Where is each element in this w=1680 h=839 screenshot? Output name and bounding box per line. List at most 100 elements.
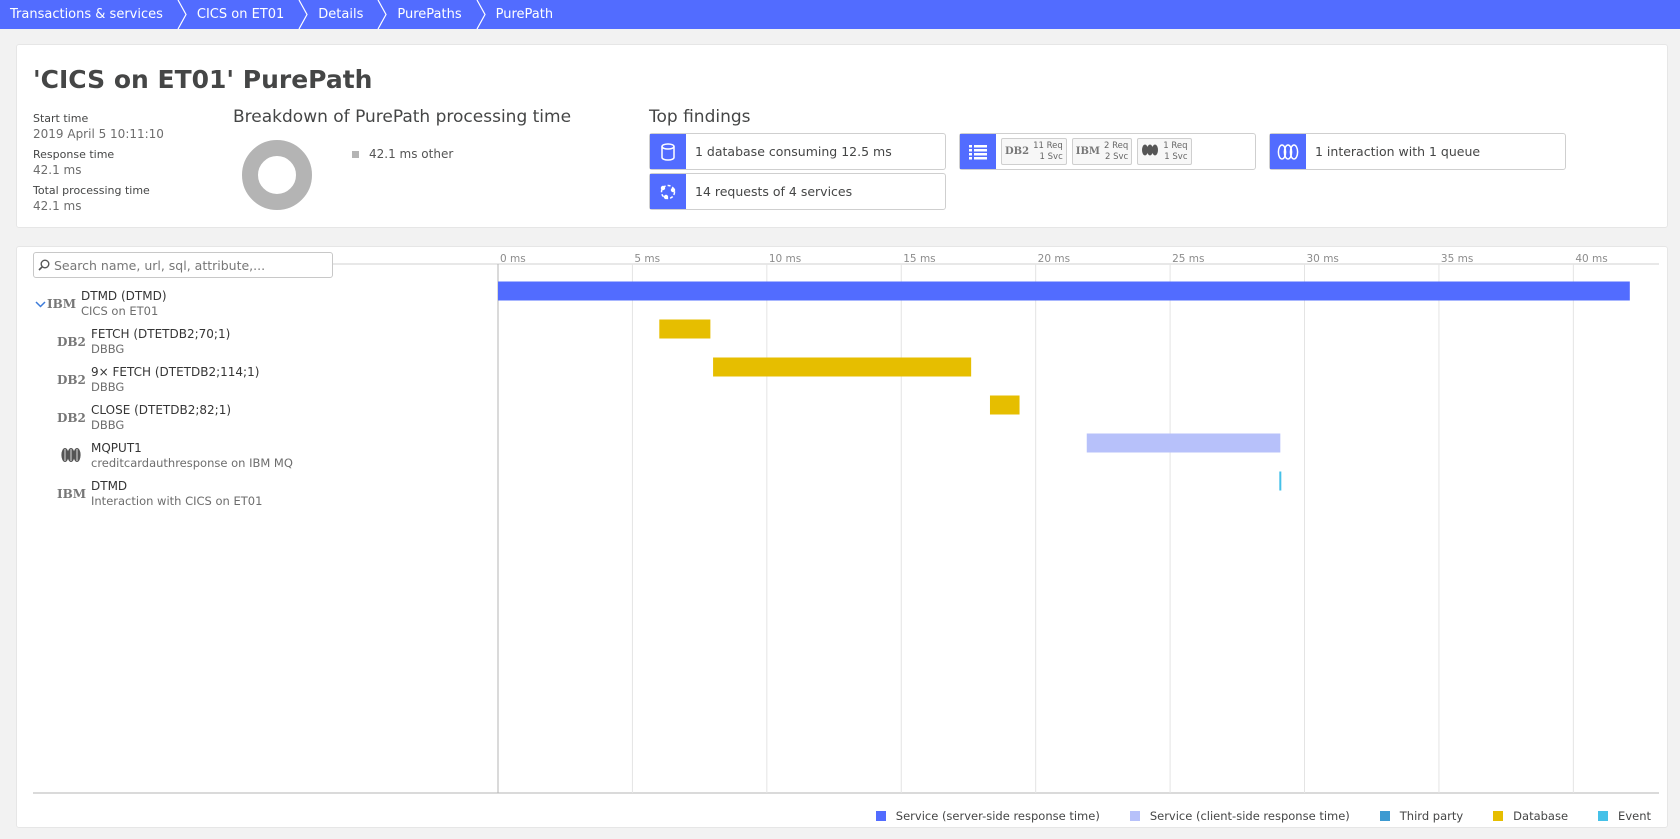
legend-item-third-party[interactable]: Third party — [1379, 809, 1464, 823]
breadcrumb-label: Details — [318, 7, 364, 22]
tree-node-subtitle: CICS on ET01 — [81, 304, 159, 318]
chip-req: 11 Req — [1033, 140, 1063, 151]
database-icon — [650, 134, 686, 169]
legend-item-database[interactable]: Database — [1493, 809, 1568, 823]
x-tick-label: 0 ms — [500, 253, 526, 265]
chip-counts: 11 Req 1 Svc — [1033, 141, 1063, 163]
chip-svc: 2 Svc — [1105, 151, 1129, 162]
legend-item-server[interactable]: Service (server-side response time) — [875, 809, 1100, 823]
legend-swatch-icon — [875, 811, 886, 821]
tree-node-subtitle: DBBG — [91, 342, 125, 356]
search-icon — [34, 259, 54, 271]
breadcrumb-label: Transactions & services — [10, 7, 163, 22]
x-tick-label: 40 ms — [1575, 253, 1607, 265]
waterfall-bar-event — [1279, 471, 1282, 491]
tree-node-name: DTMD — [91, 479, 128, 493]
breadcrumb-label: CICS on ET01 — [196, 7, 285, 22]
search-box — [33, 252, 333, 278]
finding-chip-mq[interactable]: 1 Req 1 Svc — [1137, 138, 1192, 165]
breadcrumb-item-purepaths[interactable]: PurePaths — [387, 0, 475, 29]
tree-node-subtitle: creditcardauthresponse on IBM MQ — [91, 456, 293, 470]
finding-queue-text: 1 interaction with 1 queue — [1315, 144, 1481, 159]
legend-label: Service (client-side response time) — [1149, 809, 1350, 823]
x-tick-label: 5 ms — [634, 253, 660, 265]
waterfall-bar-database — [659, 319, 711, 339]
x-tick-label: 10 ms — [769, 253, 801, 265]
mq-queue-icon — [1141, 144, 1159, 159]
finding-database-text: 1 database consuming 12.5 ms — [695, 144, 892, 159]
finding-database[interactable]: 1 database consuming 12.5 ms — [649, 133, 946, 170]
chart-legend: Service (server-side response time) Serv… — [846, 809, 1651, 823]
list-icon — [960, 134, 996, 169]
x-tick-label: 30 ms — [1307, 253, 1339, 265]
mq-queue-icon — [57, 447, 85, 466]
x-tick-label: 20 ms — [1038, 253, 1070, 265]
queue-icon — [1270, 134, 1306, 169]
x-tick-label: 35 ms — [1441, 253, 1473, 265]
chip-svc: 1 Svc — [1164, 151, 1188, 162]
page-title: 'CICS on ET01' PurePath — [33, 65, 373, 94]
top-findings-section: Top findings 1 database consuming 12.5 m… — [649, 107, 1649, 217]
breadcrumb: Transactions & services CICS on ET01 Det… — [0, 0, 1680, 29]
summary-panel: 'CICS on ET01' PurePath Start time 2019 … — [16, 44, 1668, 228]
tree-node-name: DTMD (DTMD) — [81, 289, 167, 303]
finding-chip-db2[interactable]: DB2 11 Req 1 Svc — [1001, 138, 1067, 165]
waterfall-chart: 0 ms 5 ms 10 ms 15 ms 20 ms 25 ms 30 ms 35 ms 40… — [17, 247, 1669, 829]
waterfall-bar-database — [989, 395, 1020, 415]
breadcrumb-item-details[interactable]: Details — [308, 0, 377, 29]
tree-node-close[interactable]: DB2 CLOSE (DTETDB2;82;1) DBBG — [57, 399, 231, 437]
waterfall-bar-server — [498, 281, 1630, 301]
tree-node-name: MQPUT1 — [91, 441, 142, 455]
breadcrumb-separator-icon — [377, 0, 388, 29]
start-time-value: 2019 April 5 10:11:10 — [33, 127, 164, 141]
legend-swatch-icon — [352, 150, 359, 158]
finding-requests[interactable]: 14 requests of 4 services — [649, 173, 946, 210]
x-tick-label: 15 ms — [903, 253, 935, 265]
x-tick-label: 25 ms — [1172, 253, 1204, 265]
waterfall-chart-svg: 0 ms 5 ms 10 ms 15 ms 20 ms 25 ms 30 ms 35 ms 40… — [33, 253, 1659, 794]
tree-node-dtmd-interaction[interactable]: IBM DTMD Interaction with CICS on ET01 — [57, 475, 262, 513]
tree-node-name: CLOSE (DTETDB2;82;1) — [91, 403, 232, 417]
legend-item-client[interactable]: Service (client-side response time) — [1129, 809, 1350, 823]
breadcrumb-item-transactions[interactable]: Transactions & services — [0, 0, 177, 29]
breakdown-donut-chart[interactable] — [241, 139, 313, 211]
breadcrumb-item-purepath: PurePath — [486, 0, 567, 29]
services-network-icon — [650, 174, 686, 209]
tree-node-subtitle: DBBG — [91, 418, 125, 432]
tree-node-text: DTMD Interaction with CICS on ET01 — [91, 479, 262, 509]
finding-queue[interactable]: 1 interaction with 1 queue — [1269, 133, 1566, 170]
response-time-value: 42.1 ms — [33, 163, 82, 177]
tree-node-mqput1[interactable]: MQPUT1 creditcardauthresponse on IBM MQ — [57, 437, 293, 475]
chevron-down-icon[interactable] — [33, 300, 47, 308]
chip-svc: 1 Svc — [1039, 151, 1063, 162]
tree-node-text: DTMD (DTMD) CICS on ET01 — [81, 289, 167, 319]
chip-req: 1 Req — [1163, 140, 1188, 151]
chip-counts: 1 Req 1 Svc — [1163, 141, 1187, 163]
breakdown-legend-label: 42.1 ms other — [369, 147, 454, 161]
legend-swatch-icon — [1379, 811, 1390, 821]
total-processing-label: Total processing time — [33, 184, 150, 197]
legend-label: Service (server-side response time) — [895, 809, 1100, 823]
finding-services-summary[interactable]: DB2 11 Req 1 Svc IBM 2 Req 2 Svc 1 Req 1 Sv… — [959, 133, 1256, 170]
ibm-logo-icon: IBM — [47, 297, 77, 311]
total-processing-value: 42.1 ms — [33, 199, 82, 213]
legend-label: Third party — [1399, 809, 1464, 823]
finding-chip-ibm[interactable]: IBM 2 Req 2 Svc — [1071, 138, 1133, 165]
ibm-logo-icon: IBM — [57, 487, 87, 501]
tree-node-text: CLOSE (DTETDB2;82;1) DBBG — [91, 403, 231, 433]
db2-logo-icon: DB2 — [57, 373, 86, 387]
tree-node-text: FETCH (DTETDB2;70;1) DBBG — [91, 327, 230, 357]
legend-swatch-icon — [1493, 811, 1504, 821]
breadcrumb-separator-icon — [298, 0, 308, 29]
response-time-label: Response time — [33, 148, 115, 161]
legend-item-event[interactable]: Event — [1598, 809, 1651, 823]
chip-req: 2 Req — [1103, 140, 1129, 151]
breakdown-legend-item: 42.1 ms other — [352, 147, 453, 161]
tree-node-dtmd-root[interactable]: IBM DTMD (DTMD) CICS on ET01 — [33, 285, 167, 323]
breadcrumb-item-cics[interactable]: CICS on ET01 — [187, 0, 298, 29]
breadcrumb-label: PurePath — [495, 7, 554, 22]
search-input[interactable] — [54, 257, 326, 273]
waterfall-bar-database — [713, 357, 972, 377]
tree-node-fetch-9x[interactable]: DB2 9× FETCH (DTETDB2;114;1) DBBG — [57, 361, 259, 399]
tree-node-fetch[interactable]: DB2 FETCH (DTETDB2;70;1) DBBG — [57, 323, 230, 361]
